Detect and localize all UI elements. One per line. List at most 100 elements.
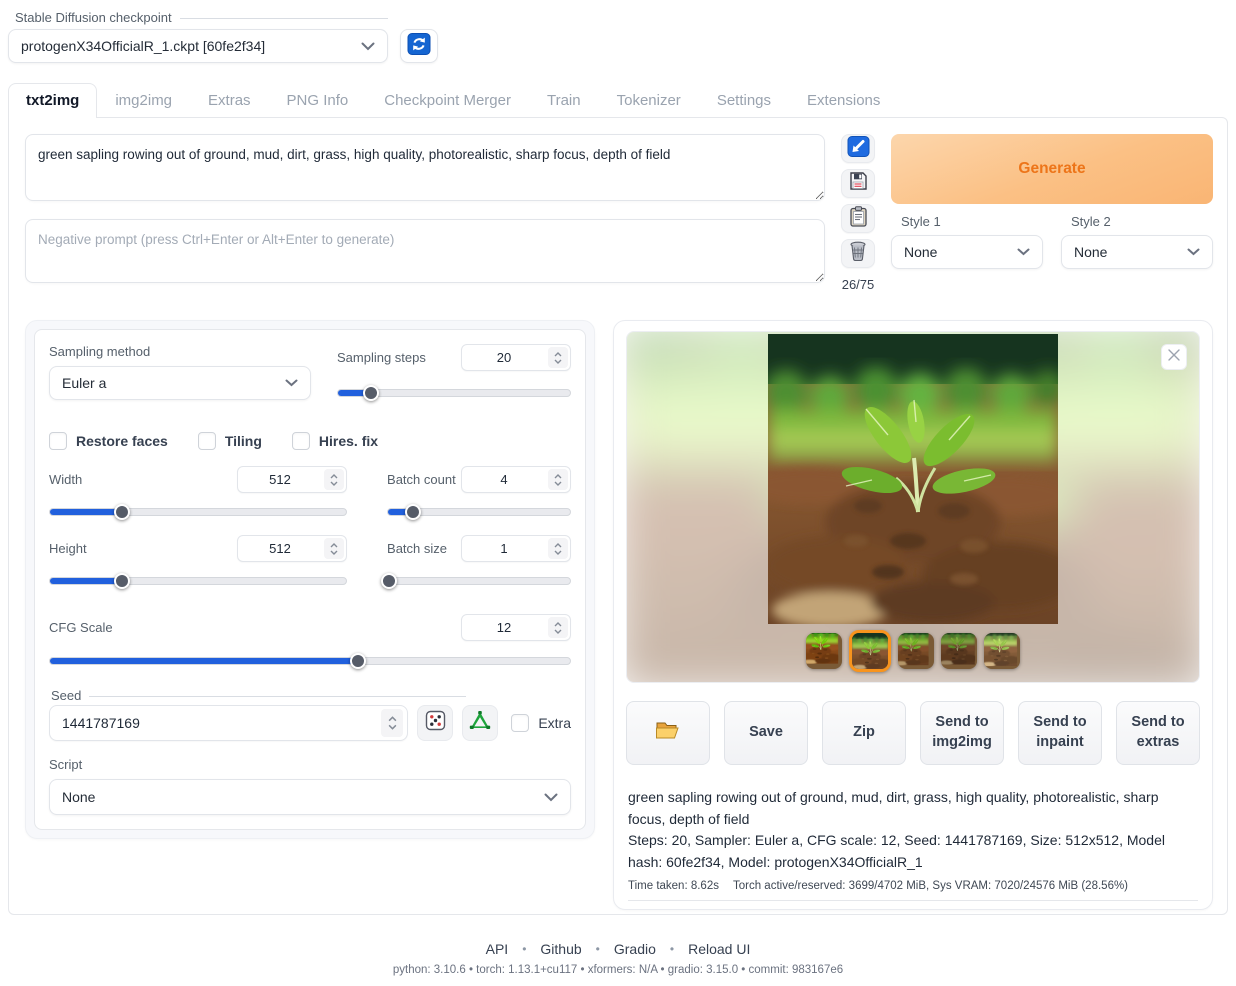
send-to-inpaint-button[interactable]: Send to inpaint xyxy=(1018,701,1102,765)
style2-label: Style 2 xyxy=(1071,214,1213,229)
stepper-arrows[interactable] xyxy=(548,469,568,490)
tab-img2img[interactable]: img2img xyxy=(97,83,190,117)
batch-size-input[interactable]: 1 xyxy=(461,535,571,562)
stepper-arrows[interactable] xyxy=(381,709,403,737)
script-label: Script xyxy=(49,757,571,772)
slider-fill xyxy=(388,509,412,515)
reload-ui-link[interactable]: Reload UI xyxy=(688,941,750,957)
tab-tokenizer[interactable]: Tokenizer xyxy=(599,83,699,117)
folder-icon xyxy=(655,720,681,747)
refresh-checkpoints-button[interactable] xyxy=(400,29,438,63)
sampling-steps-value: 20 xyxy=(462,345,546,370)
api-link[interactable]: API xyxy=(486,941,509,957)
thumbnail-5[interactable] xyxy=(984,633,1020,669)
dice-icon xyxy=(425,710,446,736)
send-to-extras-button[interactable]: Send to extras xyxy=(1116,701,1200,765)
slider-knob[interactable] xyxy=(114,573,130,589)
batch-size-slider[interactable] xyxy=(387,572,571,590)
checkbox-box[interactable] xyxy=(49,432,67,450)
apply-style-button[interactable] xyxy=(841,204,875,233)
close-gallery-button[interactable] xyxy=(1161,344,1187,370)
script-select[interactable]: None xyxy=(49,779,571,815)
stepper-arrows[interactable] xyxy=(548,347,568,368)
save-image-button[interactable]: Save xyxy=(724,701,808,765)
divider xyxy=(628,900,1198,901)
tab-checkpoint-merger[interactable]: Checkpoint Merger xyxy=(366,83,529,117)
recycle-icon xyxy=(469,711,491,736)
paste-parameters-button[interactable] xyxy=(841,134,875,163)
sampling-method-select[interactable]: Euler a xyxy=(49,366,311,400)
seed-input[interactable]: 1441787169 xyxy=(49,705,408,741)
tab-settings[interactable]: Settings xyxy=(699,83,789,117)
send-to-img2img-button[interactable]: Send to img2img xyxy=(920,701,1004,765)
prompt-input[interactable] xyxy=(25,134,825,201)
slider-knob[interactable] xyxy=(363,385,379,401)
checkbox-box[interactable] xyxy=(511,714,529,732)
refresh-icon xyxy=(407,33,431,60)
stepper-arrows[interactable] xyxy=(324,469,344,490)
cfg-scale-slider[interactable] xyxy=(49,652,571,670)
slider-knob[interactable] xyxy=(405,504,421,520)
generate-button[interactable]: Generate xyxy=(891,134,1213,204)
sampling-steps-input[interactable]: 20 xyxy=(461,344,571,371)
batch-count-input[interactable]: 4 xyxy=(461,466,571,493)
thumbnail-4[interactable] xyxy=(941,633,977,669)
slider-knob[interactable] xyxy=(381,573,397,589)
checkbox-box[interactable] xyxy=(292,432,310,450)
width-slider[interactable] xyxy=(49,503,347,521)
height-label: Height xyxy=(49,541,87,556)
stepper-arrows[interactable] xyxy=(324,538,344,559)
extra-seed-checkbox[interactable]: Extra xyxy=(511,714,571,732)
reuse-seed-button[interactable] xyxy=(462,705,498,741)
tab-train[interactable]: Train xyxy=(529,83,599,117)
restore-faces-checkbox[interactable]: Restore faces xyxy=(49,432,168,450)
batch-count-value: 4 xyxy=(462,467,546,492)
stepper-arrows[interactable] xyxy=(548,617,568,638)
tab-png-info[interactable]: PNG Info xyxy=(269,83,367,117)
slider-fill xyxy=(338,390,370,396)
legend-line xyxy=(180,18,388,19)
chevron-down-icon xyxy=(544,793,558,802)
open-output-folder-button[interactable] xyxy=(626,701,710,765)
extra-label: Extra xyxy=(538,715,571,731)
style1-label: Style 1 xyxy=(901,214,1043,229)
tiling-checkbox[interactable]: Tiling xyxy=(198,432,262,450)
height-slider[interactable] xyxy=(49,572,347,590)
width-input[interactable]: 512 xyxy=(237,466,347,493)
cfg-scale-input[interactable]: 12 xyxy=(461,614,571,641)
clear-prompt-button[interactable] xyxy=(841,239,875,268)
gradio-link[interactable]: Gradio xyxy=(614,941,656,957)
seed-label: Seed xyxy=(51,688,81,703)
thumbnail-3[interactable] xyxy=(898,633,934,669)
time-taken-text: Time taken: 8.62s xyxy=(628,880,719,892)
sampling-steps-slider[interactable] xyxy=(337,384,571,402)
close-icon xyxy=(1167,348,1181,367)
tab-extensions[interactable]: Extensions xyxy=(789,83,898,117)
save-style-button[interactable] xyxy=(841,169,875,198)
app-root: Stable Diffusion checkpoint protogenX34O… xyxy=(0,0,1236,986)
thumbnail-1[interactable] xyxy=(806,633,842,669)
negative-prompt-input[interactable] xyxy=(25,219,825,283)
output-panel: Save Zip Send to img2img Send to inpaint… xyxy=(613,320,1213,910)
batch-count-slider[interactable] xyxy=(387,503,571,521)
thumbnail-2-selected[interactable] xyxy=(849,630,891,672)
bullet: • xyxy=(522,942,526,956)
random-seed-button[interactable] xyxy=(417,705,453,741)
github-link[interactable]: Github xyxy=(540,941,581,957)
zip-button[interactable]: Zip xyxy=(822,701,906,765)
tab-txt2img[interactable]: txt2img xyxy=(8,83,97,118)
hires-fix-checkbox[interactable]: Hires. fix xyxy=(292,432,378,450)
slider-knob[interactable] xyxy=(114,504,130,520)
batch-size-value: 1 xyxy=(462,536,546,561)
checkpoint-select[interactable]: protogenX34OfficialR_1.ckpt [60fe2f34] xyxy=(8,29,388,63)
style1-select[interactable]: None xyxy=(891,235,1043,269)
checkbox-box[interactable] xyxy=(198,432,216,450)
hires-fix-label: Hires. fix xyxy=(319,433,378,449)
stepper-arrows[interactable] xyxy=(548,538,568,559)
tab-extras[interactable]: Extras xyxy=(190,83,269,117)
height-input[interactable]: 512 xyxy=(237,535,347,562)
generated-image[interactable] xyxy=(768,334,1059,624)
slider-knob[interactable] xyxy=(350,653,366,669)
result-prompt-text: green sapling rowing out of ground, mud,… xyxy=(628,787,1188,830)
style2-select[interactable]: None xyxy=(1061,235,1213,269)
